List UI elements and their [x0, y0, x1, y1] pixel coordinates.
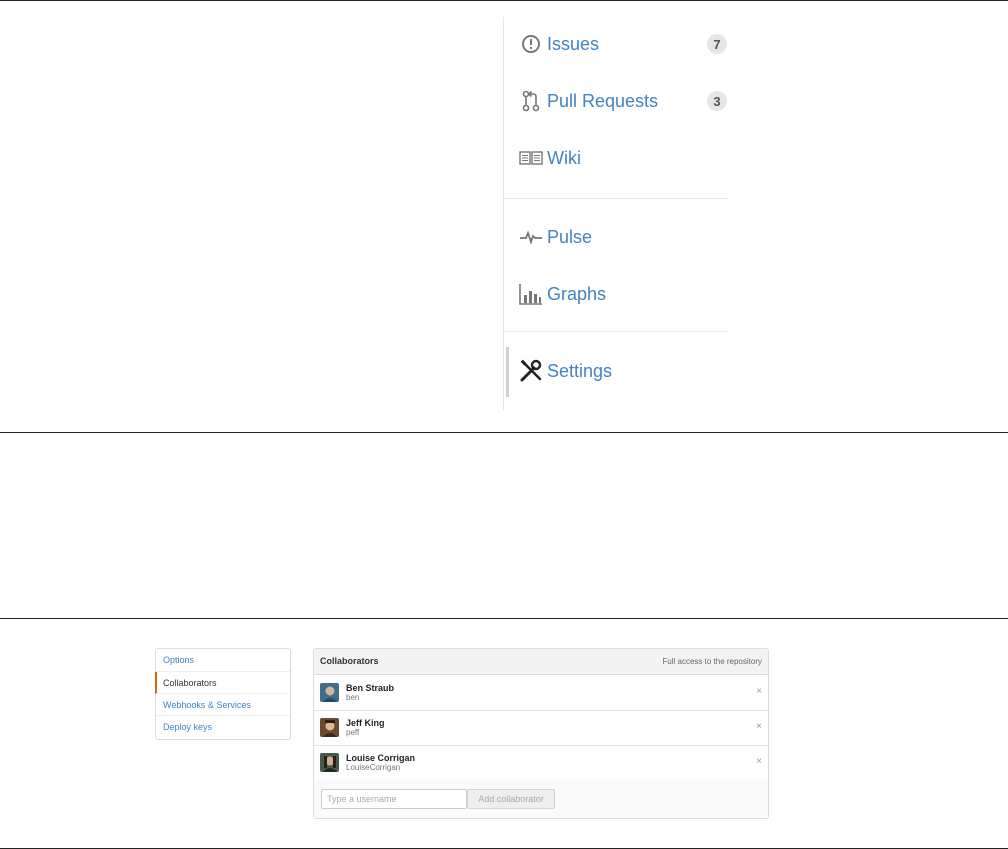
nav-item-settings[interactable]: Settings	[504, 351, 729, 391]
menu-item-label: Collaborators	[163, 678, 217, 688]
panel-note: Full access to the repository	[662, 657, 762, 666]
menu-item-deploy-keys[interactable]: Deploy keys	[156, 715, 290, 738]
collaborator-name: Ben Straub	[346, 683, 395, 693]
nav-item-issues[interactable]: Issues 7	[504, 24, 729, 64]
nav-label: Issues	[547, 33, 600, 54]
collaborator-row: Ben Straub ben ×	[314, 675, 768, 711]
avatar	[320, 718, 339, 737]
divider	[0, 0, 1008, 1]
avatar	[320, 683, 339, 702]
nav-separator	[504, 331, 729, 332]
pulse-icon	[519, 225, 543, 249]
username-input[interactable]	[321, 789, 467, 809]
remove-collaborator-button[interactable]: ×	[756, 686, 762, 697]
panel-header: Collaborators Full access to the reposit…	[314, 649, 768, 675]
book-icon	[519, 146, 543, 170]
repo-nav: Issues 7 Pull Requests 3 Wiki Pulse Grap…	[503, 17, 729, 410]
collaborator-login: ben	[346, 693, 360, 702]
settings-menu: Options Collaborators Webhooks & Service…	[155, 648, 291, 740]
nav-label: Pull Requests	[547, 90, 659, 111]
panel-title: Collaborators	[320, 656, 379, 666]
avatar	[320, 753, 339, 772]
nav-label: Wiki	[547, 147, 581, 168]
nav-separator	[504, 198, 729, 199]
nav-item-wiki[interactable]: Wiki	[504, 138, 729, 178]
collaborator-name: Jeff King	[346, 718, 385, 728]
remove-collaborator-button[interactable]: ×	[756, 756, 762, 767]
issue-opened-icon	[519, 32, 543, 56]
collaborators-panel: Collaborators Full access to the reposit…	[313, 648, 769, 819]
add-collaborator-row: Add collaborator	[314, 780, 768, 818]
menu-item-options[interactable]: Options	[156, 649, 290, 671]
tools-icon	[519, 359, 543, 383]
nav-label: Pulse	[547, 226, 593, 247]
nav-item-graphs[interactable]: Graphs	[504, 274, 729, 314]
menu-item-label: Webhooks & Services	[163, 700, 251, 710]
pull-requests-count-badge: 3	[707, 91, 727, 111]
nav-label: Settings	[547, 360, 613, 381]
collaborator-row: Jeff King peff ×	[314, 710, 768, 746]
remove-collaborator-button[interactable]: ×	[756, 721, 762, 732]
nav-item-pull-requests[interactable]: Pull Requests 3	[504, 81, 729, 121]
collaborator-login: peff	[346, 728, 360, 737]
collaborator-login: LouiseCorrigan	[346, 763, 401, 772]
nav-item-pulse[interactable]: Pulse	[504, 217, 729, 257]
menu-item-label: Deploy keys	[163, 722, 213, 732]
menu-item-label: Options	[163, 655, 195, 665]
nav-label: Graphs	[547, 283, 607, 304]
issues-count-badge: 7	[707, 34, 727, 54]
graph-icon	[519, 282, 543, 306]
menu-item-webhooks[interactable]: Webhooks & Services	[156, 693, 290, 716]
divider	[0, 432, 1008, 433]
git-pull-request-icon	[519, 89, 543, 113]
add-collaborator-button[interactable]: Add collaborator	[467, 789, 555, 809]
collaborator-row: Louise Corrigan LouiseCorrigan ×	[314, 745, 768, 781]
menu-item-collaborators[interactable]: Collaborators	[155, 671, 290, 694]
divider	[0, 618, 1008, 619]
collaborator-name: Louise Corrigan	[346, 753, 416, 763]
